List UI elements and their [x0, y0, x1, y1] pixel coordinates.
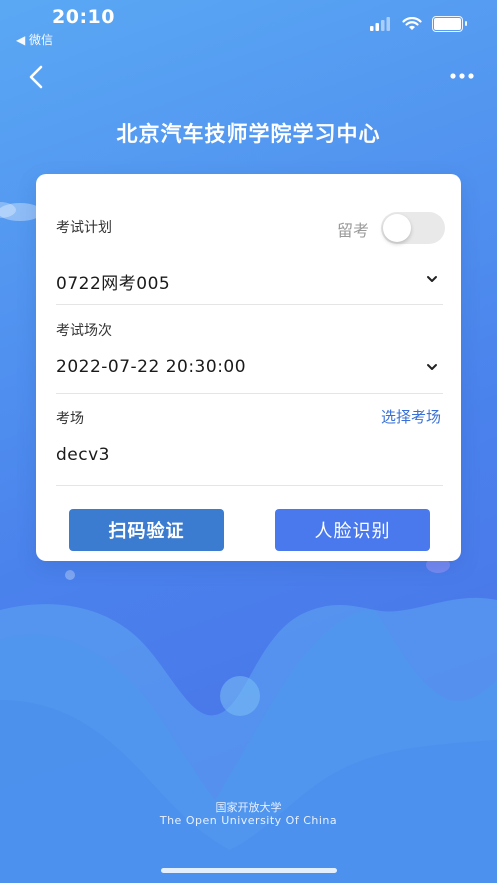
plan-select[interactable]: 0722网考005 — [56, 269, 170, 294]
chevron-down-icon[interactable] — [425, 272, 439, 286]
retake-toggle[interactable] — [381, 212, 445, 244]
home-indicator[interactable] — [161, 868, 337, 873]
face-recognition-button[interactable]: 人脸识别 — [275, 509, 430, 551]
battery-icon — [432, 16, 467, 32]
session-select[interactable]: 2022-07-22 20:30:00 — [56, 357, 246, 377]
back-to-app-link[interactable]: ◀ 微信 — [16, 31, 53, 48]
footer-university-en: The Open University Of China — [159, 814, 338, 827]
plan-label: 考试计划 — [56, 220, 112, 236]
session-label: 考试场次 — [56, 323, 112, 339]
exam-form-card: 考试计划 留考 0722网考005 考试场次 2022-07-22 20:30:… — [36, 174, 461, 561]
toggle-knob — [383, 214, 411, 242]
back-arrow-icon[interactable] — [22, 62, 52, 92]
signal-icon — [370, 17, 390, 31]
divider — [56, 393, 443, 394]
status-bar: 20:10 ◀ 微信 — [0, 0, 497, 50]
page-title: 北京汽车技师学院学习中心 — [116, 122, 381, 146]
chevron-down-icon[interactable] — [425, 360, 439, 374]
divider — [56, 485, 443, 486]
select-venue-link[interactable]: 选择考场 — [381, 406, 441, 427]
more-icon[interactable] — [447, 66, 477, 86]
status-time: 20:10 — [52, 6, 115, 28]
scan-verify-button[interactable]: 扫码验证 — [69, 509, 224, 551]
venue-value: decv3 — [56, 445, 110, 465]
system-icons — [370, 16, 467, 32]
retake-label: 留考 — [336, 221, 369, 240]
wifi-icon — [402, 17, 422, 30]
venue-label: 考场 — [56, 411, 84, 427]
divider — [56, 304, 443, 305]
footer-university-cn: 国家开放大学 — [215, 801, 282, 814]
